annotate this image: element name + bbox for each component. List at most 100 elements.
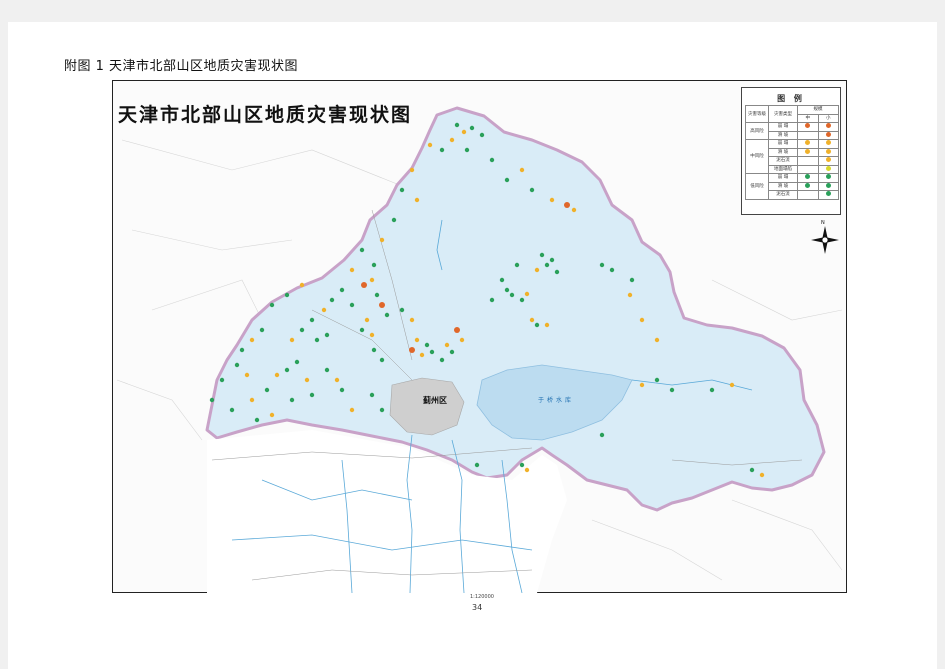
legend-header-grade: 灾害等级: [745, 105, 769, 123]
lake-label: 于桥水库: [538, 397, 575, 404]
disaster-point: [359, 327, 365, 333]
disaster-point: [264, 387, 270, 393]
disaster-point: [524, 467, 530, 473]
disaster-point: [209, 397, 215, 403]
disaster-point: [514, 262, 520, 268]
legend-dot: [825, 191, 831, 197]
map-canvas: [116, 106, 843, 593]
disaster-point: [379, 237, 385, 243]
disaster-point: [454, 327, 460, 333]
legend-symbol-cell: [817, 164, 839, 174]
legend-dot: [805, 123, 811, 129]
disaster-point: [314, 337, 320, 343]
disaster-point: [309, 392, 315, 398]
disaster-point: [349, 302, 355, 308]
legend-row: 中风险崩 塌: [745, 139, 839, 174]
legend-type-label: 滑 坡: [768, 130, 798, 140]
legend-dot: [825, 140, 831, 146]
disaster-point: [339, 387, 345, 393]
disaster-point: [349, 407, 355, 413]
legend-header-row: 灾害等级 灾害类型 规模: [745, 105, 839, 123]
legend-type-label: 泥石流: [768, 156, 798, 166]
disaster-point: [627, 292, 633, 298]
legend-type-label: 滑 坡: [768, 147, 798, 157]
disaster-point: [379, 357, 385, 363]
disaster-point: [391, 217, 397, 223]
disaster-point: [474, 462, 480, 468]
disaster-point: [639, 382, 645, 388]
disaster-point: [379, 407, 385, 413]
disaster-point: [709, 387, 715, 393]
disaster-point: [524, 291, 530, 297]
disaster-point: [309, 317, 315, 323]
legend-group-label: 中风险: [745, 139, 769, 174]
disaster-point: [289, 397, 295, 403]
figure-caption: 附图 1 天津市北部山区地质灾害现状图: [64, 59, 299, 74]
disaster-point: [554, 269, 560, 275]
disaster-point: [729, 382, 735, 388]
legend-title: 图 例: [777, 94, 805, 103]
legend-dot: [825, 148, 831, 154]
disaster-point: [449, 349, 455, 355]
disaster-point: [364, 317, 370, 323]
disaster-point: [259, 327, 265, 333]
disaster-point: [654, 377, 660, 383]
legend-header-medium: 小: [817, 113, 839, 123]
disaster-point: [409, 317, 415, 323]
disaster-point: [427, 142, 433, 148]
legend-dot: [825, 131, 831, 137]
disaster-point: [499, 277, 505, 283]
legend-type-label: 崩 塌: [768, 139, 798, 149]
disaster-point: [599, 432, 605, 438]
legend-symbol-cell: [817, 181, 839, 191]
disaster-point: [461, 129, 467, 135]
disaster-point: [549, 197, 555, 203]
legend-dot: [805, 182, 811, 188]
legend-type-label: 地面塌陷: [768, 164, 798, 174]
disaster-point: [669, 387, 675, 393]
disaster-point: [299, 327, 305, 333]
legend-group-label: 高风险: [745, 122, 769, 140]
legend-group-label: 低风险: [745, 173, 769, 200]
disaster-point: [294, 359, 300, 365]
disaster-point: [539, 252, 545, 258]
disaster-point: [409, 167, 415, 173]
compass-icon: [811, 226, 839, 254]
page-number: 34: [472, 603, 483, 612]
disaster-point: [289, 337, 295, 343]
disaster-point: [439, 147, 445, 153]
legend-type-label: 崩 塌: [768, 122, 798, 132]
disaster-point: [371, 347, 377, 353]
legend-symbol-cell: [817, 156, 839, 166]
legend-dot: [825, 182, 831, 188]
disaster-point: [519, 167, 525, 173]
legend-row: 低风险崩 塌: [745, 173, 839, 200]
urban-area: [389, 377, 465, 436]
disaster-point: [349, 267, 355, 273]
map-title: 天津市北部山区地质灾害现状图: [118, 104, 413, 126]
disaster-point: [419, 352, 425, 358]
disaster-point: [359, 247, 365, 253]
disaster-point: [239, 347, 245, 353]
disaster-point: [304, 377, 310, 383]
disaster-point: [544, 322, 550, 328]
disaster-point: [529, 187, 535, 193]
disaster-point: [384, 312, 390, 318]
disaster-point: [299, 282, 305, 288]
disaster-point: [249, 397, 255, 403]
disaster-point: [371, 262, 377, 268]
disaster-point: [464, 147, 470, 153]
legend-symbol-cell: [817, 173, 839, 183]
disaster-point: [629, 277, 635, 283]
disaster-point: [424, 342, 430, 348]
legend-symbol-cell: [797, 181, 819, 191]
disaster-point: [334, 377, 340, 383]
disaster-point: [549, 257, 555, 263]
disaster-point: [449, 137, 455, 143]
disaster-point: [599, 262, 605, 268]
disaster-point: [469, 125, 475, 131]
legend-header-small: 中: [797, 113, 819, 123]
disaster-point: [284, 367, 290, 373]
legend-dot: [825, 165, 831, 171]
disaster-point: [544, 262, 550, 268]
